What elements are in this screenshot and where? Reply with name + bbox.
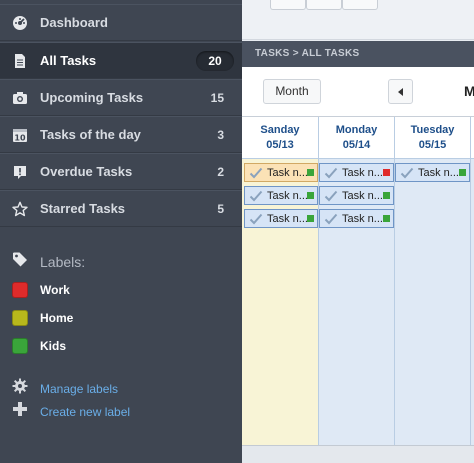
manage-labels-link[interactable]: Manage labels (12, 378, 118, 399)
task-item[interactable]: Task n... (319, 163, 394, 182)
labels-heading: Labels: (12, 251, 85, 272)
dashboard-icon (12, 15, 28, 31)
nav-label: Overdue Tasks (40, 164, 133, 179)
task-item[interactable]: Task n... (244, 209, 318, 228)
day-header[interactable]: Sanday 05/13 (242, 117, 318, 159)
label-flag (307, 169, 314, 176)
toolbar-button[interactable] (270, 0, 306, 10)
nav-label: Tasks of the day (40, 127, 141, 142)
calendar-toolbar: Month M (242, 67, 474, 117)
label-kids[interactable]: Kids (12, 338, 66, 354)
nav-label: Dashboard (40, 15, 108, 30)
task-count-badge: 20 (196, 50, 234, 71)
gear-icon (12, 378, 28, 399)
check-icon (249, 213, 263, 224)
nav-upcoming-tasks[interactable]: Upcoming Tasks 15 (0, 79, 242, 116)
sidebar: Dashboard All Tasks 20 Upcoming Tasks 15… (0, 0, 242, 463)
nav-all-tasks[interactable]: All Tasks 20 (0, 42, 242, 79)
month-view-button[interactable]: Month (263, 79, 321, 104)
week-calendar: Sanday 05/13 Monday 05/14 Tuesday 05/15 … (242, 117, 474, 463)
day-header[interactable]: Monday 05/14 (319, 117, 394, 159)
label-flag (307, 192, 314, 199)
check-icon (249, 190, 263, 201)
create-label-link[interactable]: Create new label (12, 401, 130, 422)
label-flag (307, 215, 314, 222)
nav-dashboard[interactable]: Dashboard (0, 4, 242, 41)
breadcrumb: TASKS > ALL TASKS (242, 41, 474, 67)
check-icon (400, 167, 414, 178)
task-count: 15 (210, 90, 224, 105)
svg-text:10: 10 (14, 133, 26, 142)
calendar-day-icon: 10 (12, 127, 28, 143)
task-count: 5 (217, 201, 224, 216)
label-color-swatch (12, 338, 28, 354)
day-header[interactable]: Tuesday 05/15 (395, 117, 470, 159)
label-flag (383, 169, 390, 176)
plus-icon (12, 401, 28, 422)
label-work[interactable]: Work (12, 282, 70, 298)
task-count: 3 (217, 127, 224, 142)
label-home[interactable]: Home (12, 310, 73, 326)
task-item[interactable]: Task n... (319, 186, 394, 205)
chevron-left-icon (397, 83, 405, 101)
day-cell[interactable] (395, 159, 470, 445)
period-label: M (464, 83, 474, 99)
nav-overdue-tasks[interactable]: Overdue Tasks 2 (0, 153, 242, 190)
previous-period-button[interactable] (388, 79, 413, 104)
nav-tasks-of-the-day[interactable]: 10 Tasks of the day 3 (0, 116, 242, 153)
calendar-footer (242, 445, 474, 463)
camera-icon (12, 90, 28, 106)
nav-starred-tasks[interactable]: Starred Tasks 5 (0, 190, 242, 227)
nav-label: All Tasks (40, 53, 97, 68)
tag-icon (12, 251, 28, 272)
task-item[interactable]: Task n... (244, 186, 318, 205)
top-toolbar (242, 0, 474, 40)
check-icon (324, 190, 338, 201)
label-color-swatch (12, 282, 28, 298)
check-icon (249, 167, 263, 178)
star-icon (12, 201, 28, 217)
toolbar-button[interactable] (306, 0, 342, 10)
label-flag (383, 215, 390, 222)
document-icon (12, 53, 28, 69)
task-item[interactable]: Task n... (319, 209, 394, 228)
alert-icon (12, 164, 28, 180)
label-flag (383, 192, 390, 199)
label-flag (459, 169, 466, 176)
check-icon (324, 213, 338, 224)
label-color-swatch (12, 310, 28, 326)
task-count: 2 (217, 164, 224, 179)
toolbar-button[interactable] (342, 0, 378, 10)
task-item[interactable]: Task n... (395, 163, 470, 182)
check-icon (324, 167, 338, 178)
task-item[interactable]: Task n... (244, 163, 318, 182)
nav-label: Starred Tasks (40, 201, 126, 216)
nav-label: Upcoming Tasks (40, 90, 144, 105)
